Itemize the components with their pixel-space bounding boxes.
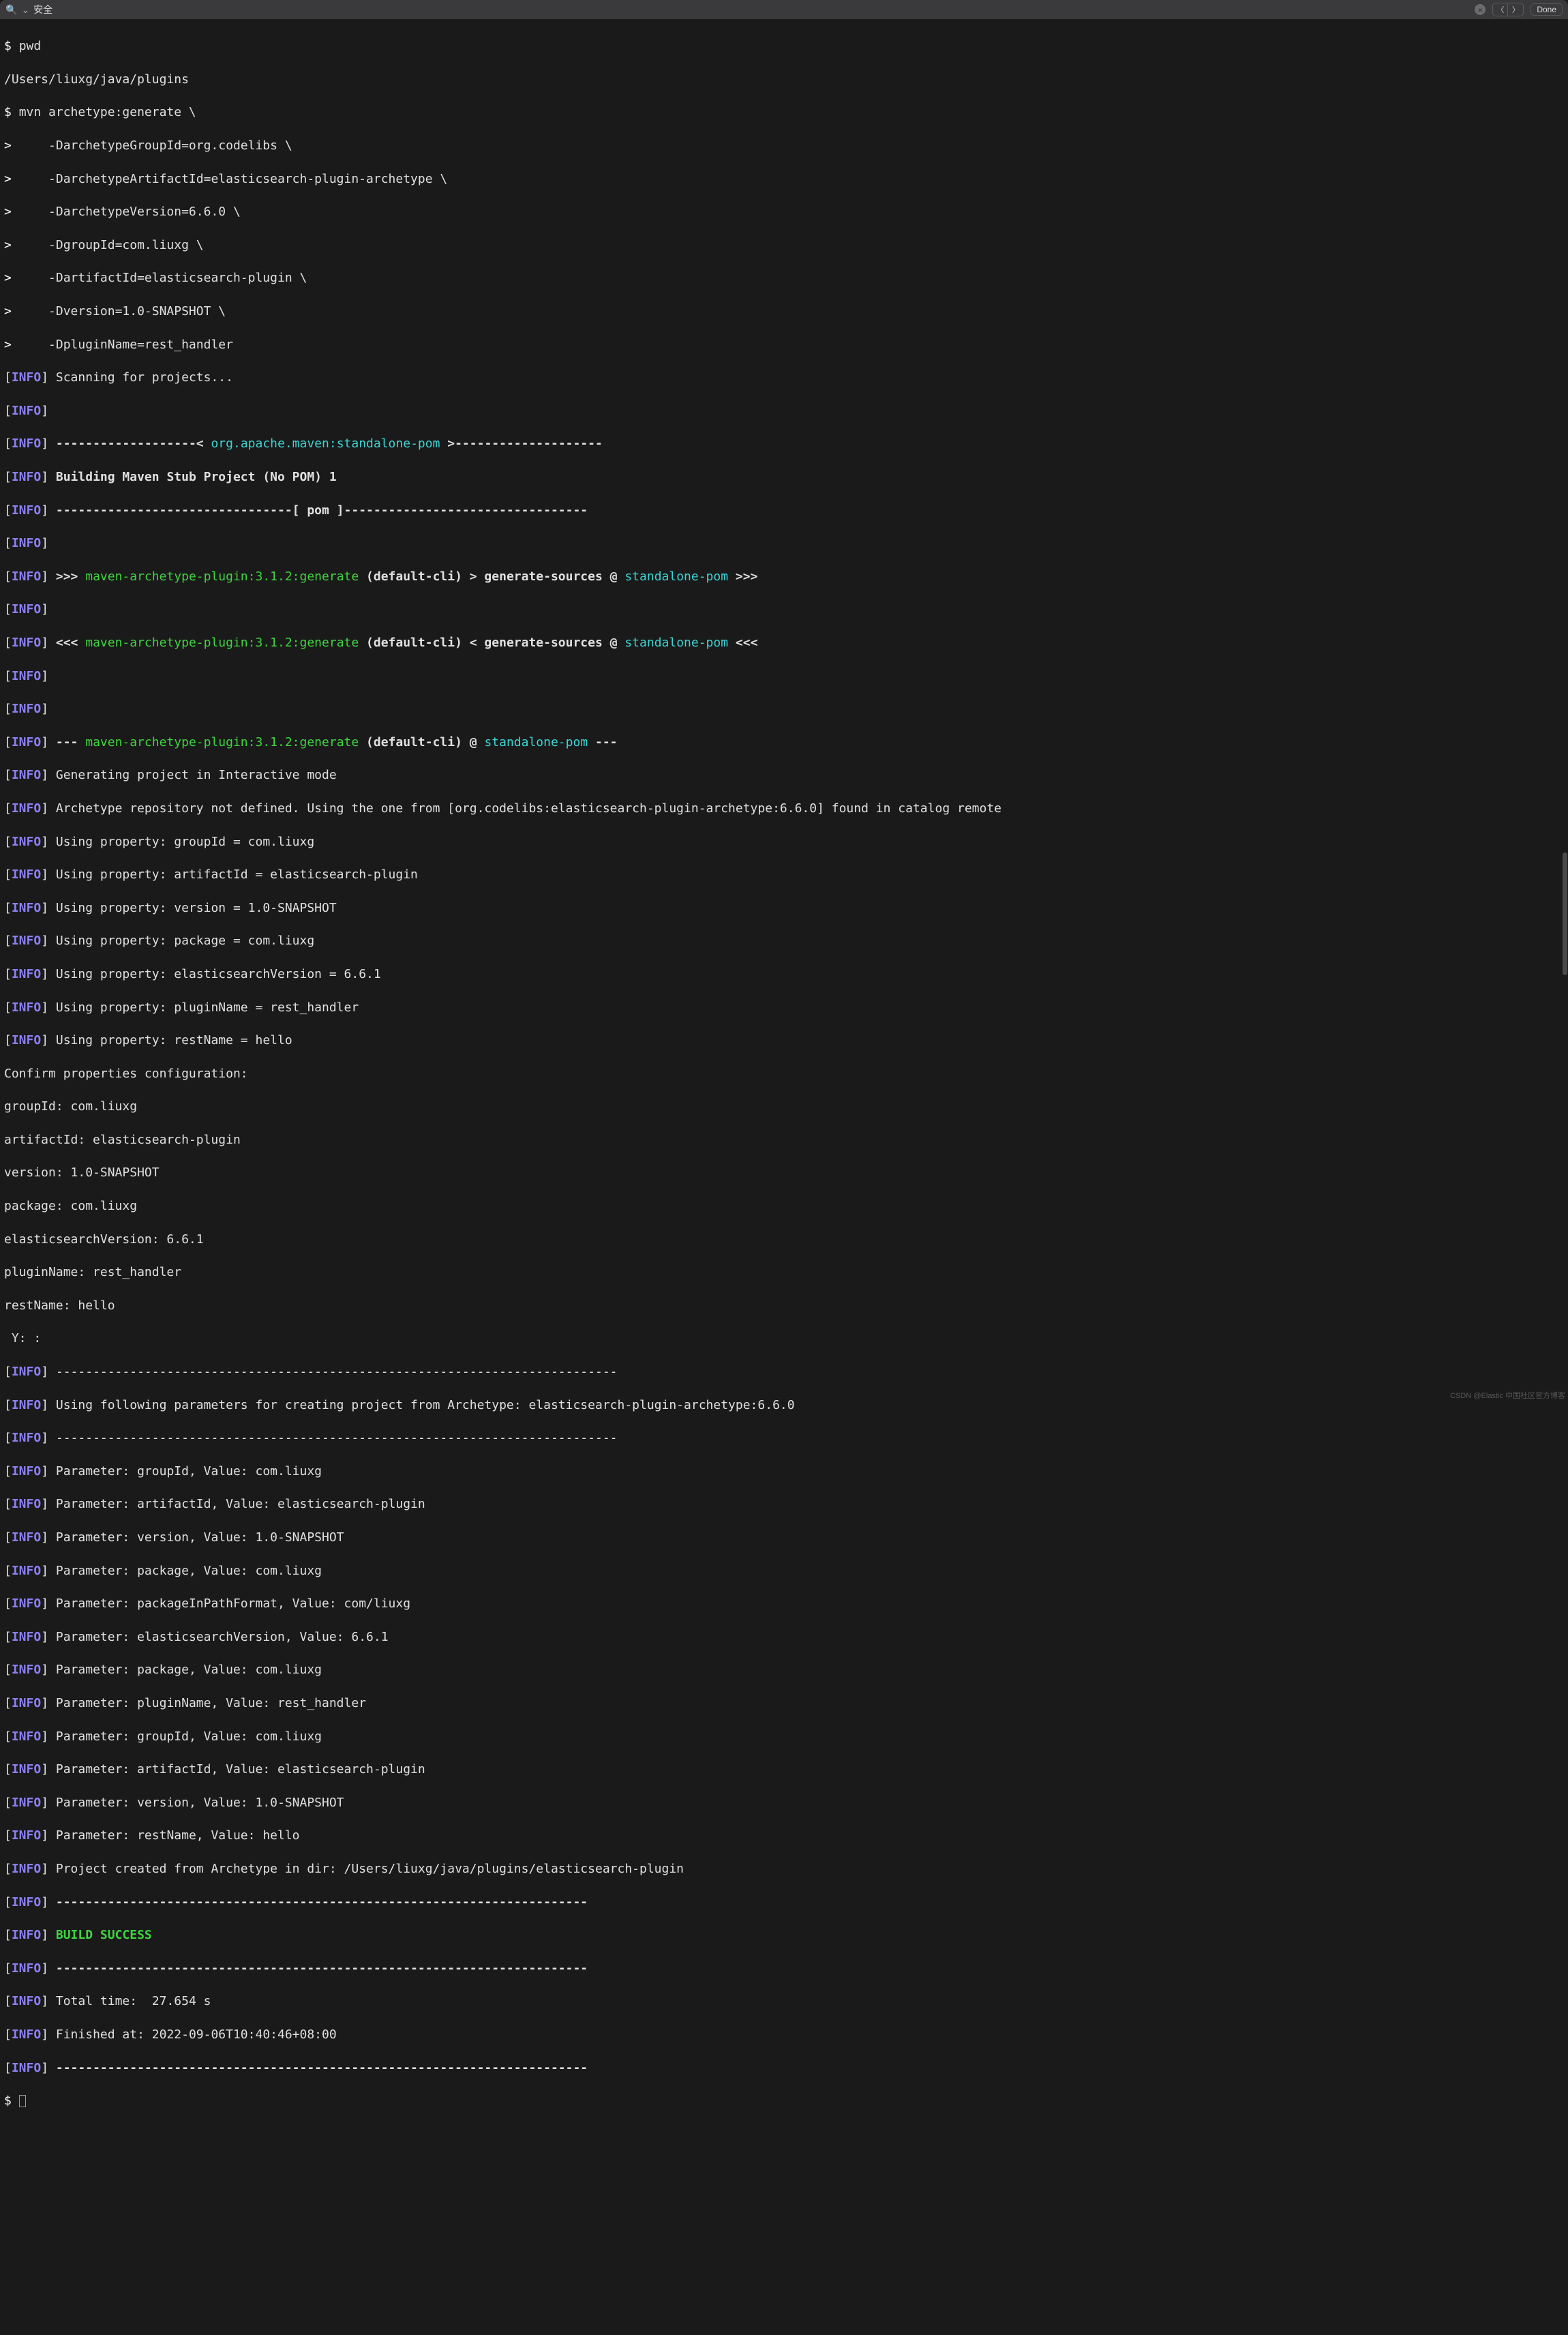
done-button[interactable]: Done — [1531, 3, 1563, 16]
cursor-icon — [19, 2095, 26, 2107]
clear-search-button[interactable]: ✕ — [1475, 4, 1486, 15]
cmd-mvn: mvn archetype:generate \ — [19, 105, 196, 119]
info-tag: INFO — [12, 370, 41, 385]
search-input[interactable] — [33, 4, 1469, 15]
toolbar-right: ✕ 〈 〉 Done — [1475, 3, 1563, 16]
search-toolbar: 🔍 ⌄ ✕ 〈 〉 Done — [0, 0, 1568, 19]
watermark: CSDN @Elastic 中国社区官方博客 — [1450, 1390, 1565, 1401]
cmd-pwd: pwd — [19, 39, 42, 53]
pwd-output: /Users/liuxg/java/plugins — [4, 72, 1564, 88]
search-icon: 🔍 — [5, 4, 17, 16]
search-nav-group: 〈 〉 — [1492, 3, 1524, 16]
search-field-wrap: 🔍 ⌄ — [5, 4, 1469, 16]
search-mode-chevron[interactable]: ⌄ — [21, 4, 29, 16]
next-result-button[interactable]: 〉 — [1508, 3, 1523, 16]
prompt: $ — [4, 39, 12, 53]
terminal-output[interactable]: $ pwd /Users/liuxg/java/plugins $ mvn ar… — [0, 19, 1568, 2129]
prev-result-button[interactable]: 〈 — [1493, 3, 1508, 16]
scrollbar-thumb[interactable] — [1563, 852, 1567, 975]
build-success: BUILD SUCCESS — [48, 1928, 152, 1942]
